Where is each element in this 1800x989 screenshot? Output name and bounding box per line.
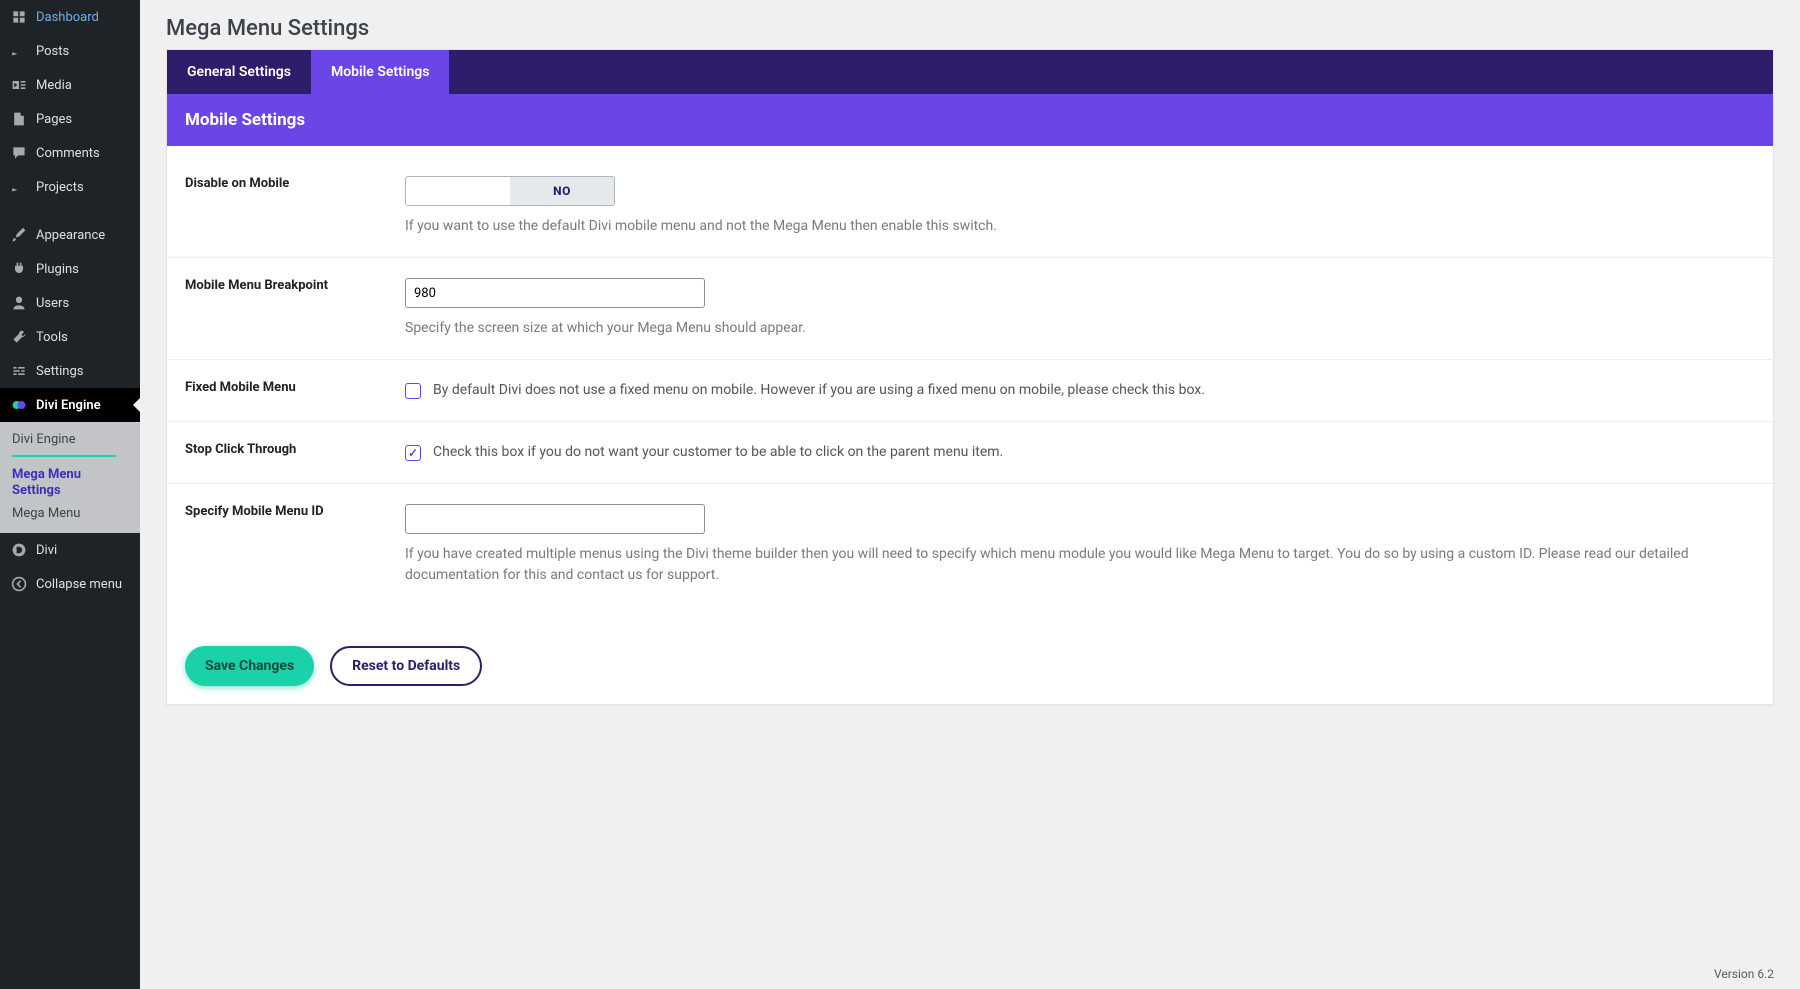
toggle-state: NO bbox=[510, 177, 614, 205]
pin-icon bbox=[10, 42, 28, 60]
sliders-icon bbox=[10, 362, 28, 380]
brush-icon bbox=[10, 226, 28, 244]
row-disable-mobile: Disable on Mobile NO If you want to use … bbox=[167, 156, 1773, 258]
sidebar-spacer bbox=[0, 204, 140, 218]
sidebar-item-projects[interactable]: Projects bbox=[0, 170, 140, 204]
settings-panel: General Settings Mobile Settings Mobile … bbox=[166, 49, 1774, 705]
save-button[interactable]: Save Changes bbox=[185, 646, 314, 686]
tab-mobile[interactable]: Mobile Settings bbox=[311, 50, 449, 94]
toggle-track bbox=[406, 177, 510, 205]
sidebar-label: Pages bbox=[36, 112, 72, 127]
sidebar-label: Media bbox=[36, 78, 72, 93]
input-menu-id[interactable] bbox=[405, 504, 705, 534]
wrench-icon bbox=[10, 328, 28, 346]
label-breakpoint: Mobile Menu Breakpoint bbox=[185, 278, 375, 339]
comments-icon bbox=[10, 144, 28, 162]
reset-button[interactable]: Reset to Defaults bbox=[330, 646, 482, 686]
media-icon bbox=[10, 76, 28, 94]
label-fixed-menu: Fixed Mobile Menu bbox=[185, 380, 375, 401]
settings-rows: Disable on Mobile NO If you want to use … bbox=[167, 146, 1773, 628]
sidebar-item-media[interactable]: Media bbox=[0, 68, 140, 102]
pages-icon bbox=[10, 110, 28, 128]
sidebar-item-appearance[interactable]: Appearance bbox=[0, 218, 140, 252]
sidebar-item-settings[interactable]: Settings bbox=[0, 354, 140, 388]
footer-version: Version 6.2 bbox=[1714, 967, 1774, 981]
plug-icon bbox=[10, 260, 28, 278]
sidebar-item-comments[interactable]: Comments bbox=[0, 136, 140, 170]
dashboard-icon bbox=[10, 8, 28, 26]
row-breakpoint: Mobile Menu Breakpoint Specify the scree… bbox=[167, 258, 1773, 360]
admin-sidebar: Dashboard Posts Media Pages Comments Pro… bbox=[0, 0, 140, 989]
label-disable-mobile: Disable on Mobile bbox=[185, 176, 375, 237]
divi-icon bbox=[10, 541, 28, 559]
sidebar-label: Comments bbox=[36, 146, 100, 161]
tabs: General Settings Mobile Settings bbox=[167, 50, 1773, 94]
help-fixed-menu: By default Divi does not use a fixed men… bbox=[433, 380, 1205, 401]
sidebar-item-tools[interactable]: Tools bbox=[0, 320, 140, 354]
input-breakpoint[interactable] bbox=[405, 278, 705, 308]
checkbox-stop-click[interactable] bbox=[405, 445, 421, 461]
row-fixed-menu: Fixed Mobile Menu By default Divi does n… bbox=[167, 360, 1773, 422]
toggle-disable-mobile[interactable]: NO bbox=[405, 176, 615, 206]
sub-link-mega-menu[interactable]: Mega Menu bbox=[12, 502, 128, 525]
sidebar-label: Settings bbox=[36, 364, 83, 379]
sidebar-item-collapse[interactable]: Collapse menu bbox=[0, 567, 140, 601]
sidebar-submenu: Divi Engine Mega Menu Settings Mega Menu bbox=[0, 422, 140, 533]
content-area: Mega Menu Settings General Settings Mobi… bbox=[140, 0, 1800, 989]
sidebar-label: Appearance bbox=[36, 228, 105, 243]
sidebar-item-divi[interactable]: Divi bbox=[0, 533, 140, 567]
sidebar-item-divi-engine[interactable]: Divi Engine bbox=[0, 388, 140, 422]
row-menu-id: Specify Mobile Menu ID If you have creat… bbox=[167, 484, 1773, 606]
sub-link-mega-menu-settings[interactable]: Mega Menu Settings bbox=[12, 463, 128, 502]
sidebar-label: Users bbox=[36, 296, 69, 311]
help-menu-id: If you have created multiple menus using… bbox=[405, 544, 1755, 586]
label-menu-id: Specify Mobile Menu ID bbox=[185, 504, 375, 586]
pin-icon bbox=[10, 178, 28, 196]
page-title: Mega Menu Settings bbox=[166, 16, 1774, 41]
sidebar-item-users[interactable]: Users bbox=[0, 286, 140, 320]
sidebar-label: Collapse menu bbox=[36, 577, 122, 592]
sidebar-label: Posts bbox=[36, 44, 69, 59]
sidebar-item-pages[interactable]: Pages bbox=[0, 102, 140, 136]
sidebar-label: Plugins bbox=[36, 262, 79, 277]
sidebar-item-dashboard[interactable]: Dashboard bbox=[0, 0, 140, 34]
section-header: Mobile Settings bbox=[167, 94, 1773, 146]
help-breakpoint: Specify the screen size at which your Me… bbox=[405, 318, 1755, 339]
user-icon bbox=[10, 294, 28, 312]
checkbox-fixed-menu[interactable] bbox=[405, 383, 421, 399]
sidebar-item-plugins[interactable]: Plugins bbox=[0, 252, 140, 286]
label-stop-click: Stop Click Through bbox=[185, 442, 375, 463]
actions: Save Changes Reset to Defaults bbox=[167, 628, 1773, 704]
sidebar-label: Projects bbox=[36, 180, 84, 195]
help-stop-click: Check this box if you do not want your c… bbox=[433, 442, 1003, 463]
collapse-icon bbox=[10, 575, 28, 593]
tab-general[interactable]: General Settings bbox=[167, 50, 311, 94]
sidebar-label: Divi Engine bbox=[36, 398, 101, 413]
sidebar-label: Divi bbox=[36, 543, 57, 558]
sidebar-label: Dashboard bbox=[36, 10, 99, 25]
help-disable-mobile: If you want to use the default Divi mobi… bbox=[405, 216, 1755, 237]
sidebar-label: Tools bbox=[36, 330, 68, 345]
sidebar-item-posts[interactable]: Posts bbox=[0, 34, 140, 68]
row-stop-click: Stop Click Through Check this box if you… bbox=[167, 422, 1773, 484]
divi-engine-icon bbox=[10, 396, 28, 414]
sub-link-divi-engine[interactable]: Divi Engine bbox=[12, 428, 128, 451]
submenu-divider bbox=[12, 455, 116, 457]
